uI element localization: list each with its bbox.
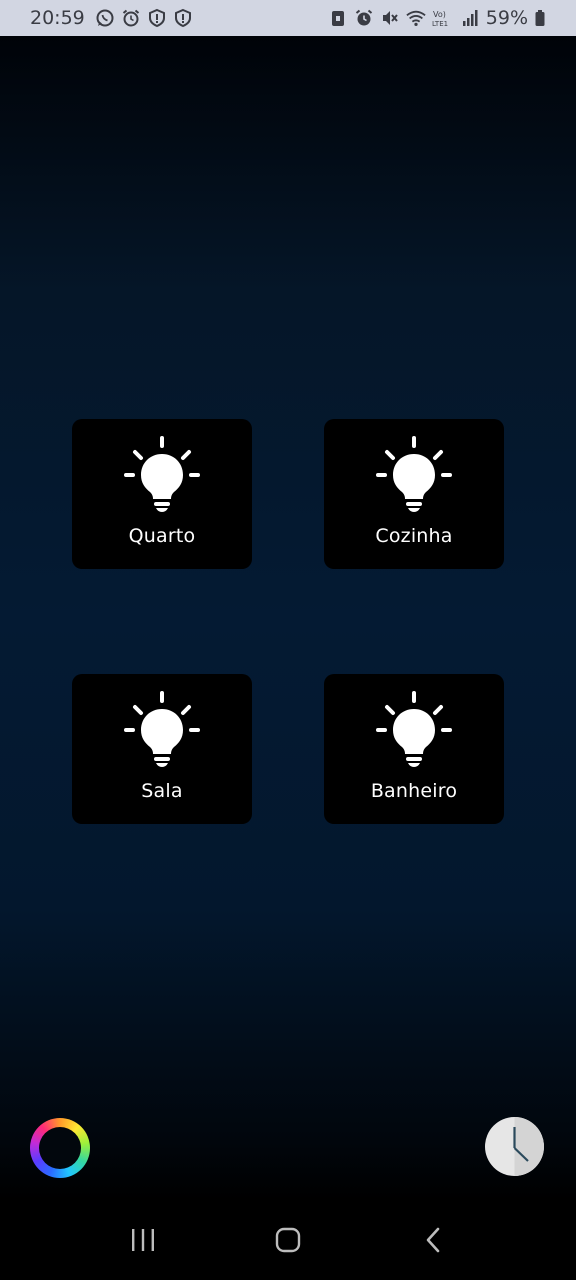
lock-screen-icon — [328, 8, 348, 28]
status-bar-left: 20:59 — [30, 7, 193, 29]
svg-text:LTE1: LTE1 — [432, 20, 448, 28]
status-time: 20:59 — [30, 7, 85, 29]
room-tile-banheiro[interactable]: Banheiro — [324, 674, 504, 824]
whatsapp-icon — [95, 8, 115, 28]
room-tile-quarto[interactable]: Quarto — [72, 419, 252, 569]
alarm-icon — [121, 8, 141, 28]
shield-alert-icon — [147, 8, 167, 28]
wifi-icon — [406, 8, 426, 28]
recents-icon[interactable] — [113, 1210, 173, 1270]
home-icon[interactable] — [258, 1210, 318, 1270]
alarm-icon — [354, 8, 374, 28]
room-label: Quarto — [128, 525, 196, 547]
room-tile-cozinha[interactable]: Cozinha — [324, 419, 504, 569]
main-screen: Quarto Cozinha Sala Banheiro — [0, 36, 576, 1200]
lightbulb-icon — [122, 433, 202, 513]
room-label: Banheiro — [370, 780, 458, 802]
shield-alert-icon — [173, 8, 193, 28]
back-icon[interactable] — [403, 1210, 463, 1270]
clock-icon[interactable] — [485, 1117, 544, 1176]
navigation-bar — [0, 1200, 576, 1280]
status-bar-right: Vo) LTE1 59% — [328, 7, 546, 29]
lightbulb-icon — [374, 433, 454, 513]
status-bar: 20:59 Vo) LTE1 59% — [0, 0, 576, 36]
room-label: Sala — [141, 780, 183, 802]
lightbulb-icon — [122, 688, 202, 768]
room-tile-sala[interactable]: Sala — [72, 674, 252, 824]
mute-icon — [380, 8, 400, 28]
battery-icon — [534, 8, 546, 28]
svg-text:Vo): Vo) — [433, 10, 446, 19]
room-label: Cozinha — [375, 525, 453, 547]
lightbulb-icon — [374, 688, 454, 768]
color-wheel-icon[interactable] — [30, 1118, 90, 1178]
battery-percent: 59% — [485, 7, 528, 29]
signal-icon — [462, 8, 478, 28]
volte-icon: Vo) LTE1 — [432, 8, 456, 28]
